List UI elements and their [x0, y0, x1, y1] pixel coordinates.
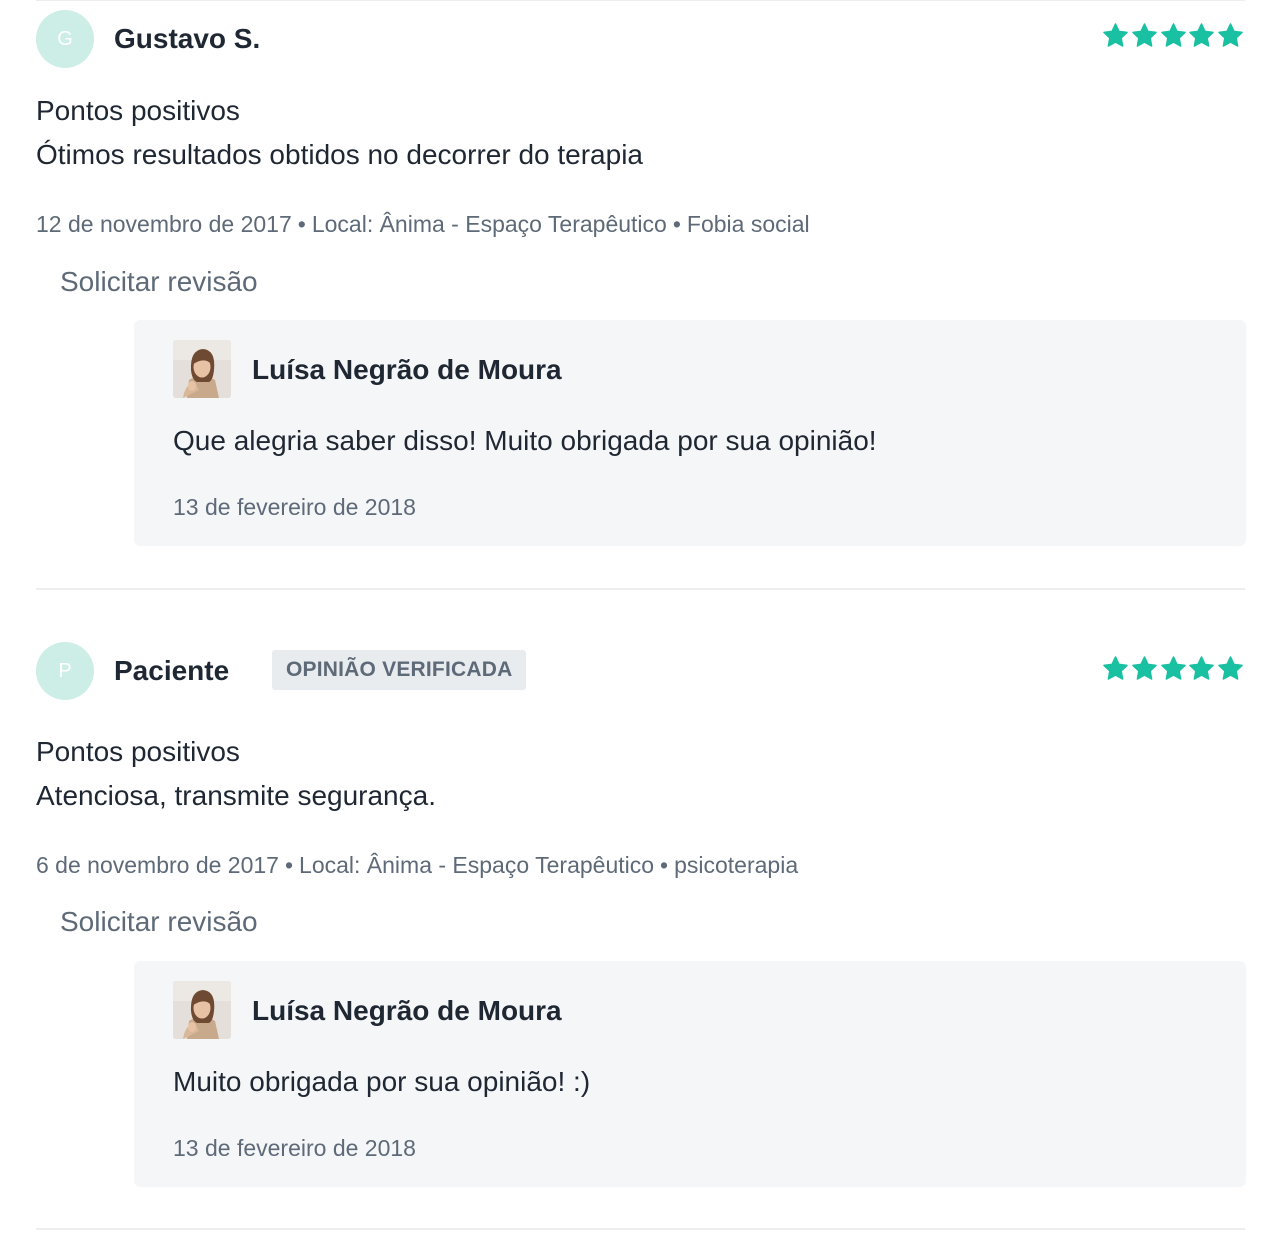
meta-separator: • [297, 211, 306, 237]
review-comment: Ótimos resultados obtidos no decorrer do… [36, 139, 643, 170]
review-section-title: Pontos positivos [36, 95, 240, 126]
star-icon [1189, 656, 1215, 680]
review-date: 12 de novembro de 2017 [36, 211, 292, 237]
meta-separator: • [660, 852, 669, 878]
star-rating [1102, 22, 1244, 50]
reply-text: Que alegria saber disso! Muito obrigada … [173, 425, 877, 456]
star-icon [1160, 656, 1186, 680]
review-divider [36, 1228, 1245, 1230]
request-review-link[interactable]: Solicitar revisão [60, 905, 258, 939]
star-icon [1218, 23, 1243, 47]
star-icon [1131, 23, 1157, 47]
doctor-photo-icon [173, 981, 231, 1039]
reviewer-avatar: P [36, 642, 94, 700]
review-location: Local: Ânima - Espaço Terapêutico [311, 211, 667, 237]
review-section-title: Pontos positivos [36, 736, 240, 767]
star-icon [1103, 23, 1128, 47]
doctor-photo-icon [173, 340, 231, 398]
review-service: Fobia social [686, 211, 810, 237]
review-location: Local: Ânima - Espaço Terapêutico [299, 852, 655, 878]
doctor-name: Luísa Negrão de Moura [252, 354, 562, 385]
meta-separator: • [284, 852, 294, 878]
review-meta: 12 de novembro de 2017 • Local: Ânima - Es… [36, 210, 810, 238]
verified-badge: OPINIÃO VERIFICADA [272, 650, 527, 690]
reply-date: 13 de fevereiro de 2018 [173, 1135, 416, 1161]
star-icon [1189, 23, 1215, 47]
reviewer-name: Paciente [114, 655, 230, 686]
review-service: psicoterapia [674, 852, 799, 878]
reviewer-name: Gustavo S. [114, 23, 261, 54]
doctor-reply: Luísa Negrão de Moura Muito obrigada por… [134, 961, 1246, 1187]
star-icon [1103, 656, 1128, 680]
star-icon [1131, 656, 1157, 680]
reply-date: 13 de fevereiro de 2018 [173, 494, 416, 520]
reply-text: Muito obrigada por sua opinião! :) [173, 1066, 591, 1097]
request-review-link[interactable]: Solicitar revisão [60, 265, 258, 299]
star-icon [1218, 656, 1243, 680]
star-icon [1160, 23, 1186, 47]
review-meta: 6 de novembro de 2017 • Local: Ânima - Esp… [36, 851, 798, 879]
meta-separator: • [672, 211, 681, 237]
doctor-name: Luísa Negrão de Moura [252, 995, 562, 1026]
review-comment: Atenciosa, transmite segurança. [36, 780, 436, 811]
reviewer-avatar: G [36, 10, 94, 68]
star-rating [1102, 655, 1244, 683]
review-card: G Gustavo S. Pontos positivos Ótimos res… [0, 0, 1280, 590]
review-date: 6 de novembro de 2017 [36, 852, 279, 878]
doctor-reply: Luísa Negrão de Moura Que alegria saber … [134, 320, 1246, 546]
review-card: P Paciente OPINIÃO VERIFICADA Pontos pos… [0, 590, 1280, 1231]
